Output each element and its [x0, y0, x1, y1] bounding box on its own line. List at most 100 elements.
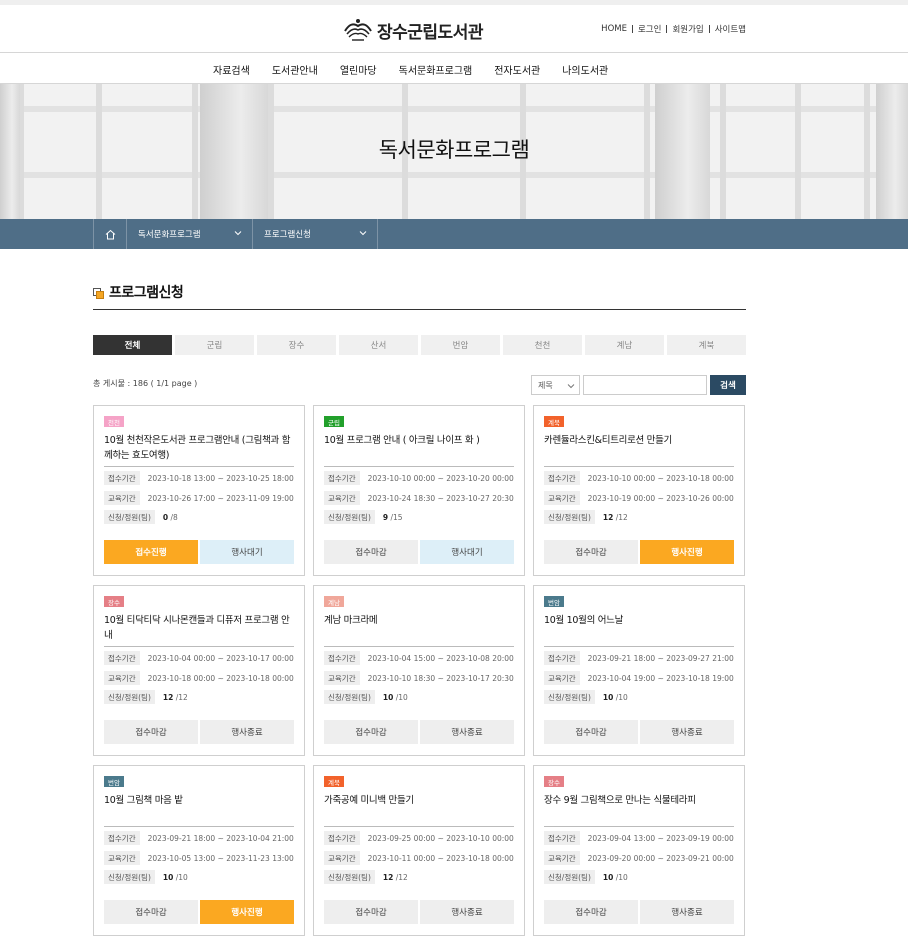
reception-status-button[interactable]: 접수진행 — [104, 540, 198, 564]
site-name: 장수군립도서관 — [377, 22, 483, 43]
program-title[interactable]: 장수 9월 그림책으로 만나는 식물테라피 — [544, 793, 734, 808]
tab-sanseo[interactable]: 산서 — [339, 335, 418, 355]
breadcrumb-level2[interactable]: 프로그램신청 — [253, 219, 378, 249]
program-title[interactable]: 계남 마크라메 — [324, 613, 514, 628]
utility-links: HOME 로그인 회원가입 사이트맵 — [601, 23, 746, 35]
util-home-link[interactable]: HOME — [601, 24, 627, 34]
reception-status-button[interactable]: 접수마감 — [544, 540, 638, 564]
tab-cheoncheon[interactable]: 천천 — [503, 335, 582, 355]
card-actions: 접수마감 행사대기 — [324, 540, 514, 564]
util-divider — [708, 25, 710, 33]
program-title[interactable]: 10월 천천작은도서관 프로그램안내 (그림책과 함께하는 효도여행) — [104, 433, 294, 463]
reception-status-button[interactable]: 접수마감 — [104, 720, 198, 744]
program-title[interactable]: 10월 그림책 마음 밭 — [104, 793, 294, 808]
capacity-total: /15 — [390, 512, 403, 522]
util-sitemap-link[interactable]: 사이트맵 — [715, 23, 746, 35]
applied-count: 10 — [602, 872, 614, 882]
education-period-value: 2023-10-04 19:00 ~ 2023-10-18 19:00 — [587, 673, 734, 683]
education-period-label: 교육기간 — [544, 491, 580, 505]
page-title: 프로그램신청 — [93, 282, 184, 302]
capacity-value: 0 /8 — [163, 513, 178, 522]
capacity-row: 신청/정원(팀) 10 /10 — [324, 690, 408, 704]
program-card[interactable]: 번암 10월 그림책 마음 밭 접수기간 2023-09-21 18:00 ~ 202… — [93, 765, 305, 936]
reception-period-label: 접수기간 — [324, 831, 360, 845]
capacity-total: /12 — [395, 872, 408, 882]
program-card[interactable]: 천천 10월 천천작은도서관 프로그램안내 (그림책과 함께하는 효도여행) 접수기… — [93, 405, 305, 576]
reception-period-value: 2023-10-18 13:00 ~ 2023-10-25 18:00 — [147, 473, 294, 483]
capacity-row: 신청/정원(팀) 10 /10 — [104, 870, 188, 884]
site-logo[interactable]: 장수군립도서관 — [343, 16, 483, 44]
util-login-link[interactable]: 로그인 — [638, 23, 661, 35]
nav-item-my-library[interactable]: 나의도서관 — [562, 62, 608, 77]
program-card[interactable]: 장수 장수 9월 그림책으로 만나는 식물테라피 접수기간 2023-09-04 13… — [533, 765, 745, 936]
education-period-row: 교육기간 2023-10-04 19:00 ~ 2023-10-18 19:00 — [544, 671, 734, 685]
reception-status-button[interactable]: 접수마감 — [324, 720, 418, 744]
education-period-value: 2023-10-24 18:30 ~ 2023-10-27 20:30 — [367, 493, 514, 503]
card-divider — [544, 826, 734, 827]
breadcrumb-level1[interactable]: 독서문화프로그램 — [127, 219, 253, 249]
nav-item-search[interactable]: 자료검색 — [213, 62, 250, 77]
event-status-button[interactable]: 행사진행 — [640, 540, 734, 564]
nav-item-about[interactable]: 도서관안내 — [272, 62, 318, 77]
tab-gyenam[interactable]: 계남 — [585, 335, 664, 355]
reception-period-row: 접수기간 2023-09-25 00:00 ~ 2023-10-10 00:00 — [324, 831, 514, 845]
card-actions: 접수마감 행사종료 — [324, 900, 514, 924]
applied-count: 9 — [382, 512, 389, 522]
search-input[interactable] — [583, 375, 707, 395]
nav-item-e-library[interactable]: 전자도서관 — [494, 62, 540, 77]
page-title-text: 프로그램신청 — [109, 285, 184, 301]
education-period-label: 교육기간 — [544, 851, 580, 865]
nav-item-community[interactable]: 열린마당 — [340, 62, 377, 77]
capacity-label: 신청/정원(팀) — [324, 690, 375, 704]
program-card[interactable]: 계북 가죽공예 미니백 만들기 접수기간 2023-09-25 00:00 ~ 202… — [313, 765, 525, 936]
reception-period-row: 접수기간 2023-09-21 18:00 ~ 2023-09-27 21:00 — [544, 651, 734, 665]
search-field-select[interactable]: 제목 — [531, 375, 580, 395]
tab-beonam[interactable]: 번암 — [421, 335, 500, 355]
education-period-value: 2023-10-19 00:00 ~ 2023-10-26 00:00 — [587, 493, 734, 503]
event-status-button[interactable]: 행사종료 — [420, 900, 514, 924]
breadcrumb-home[interactable] — [93, 219, 127, 249]
event-status-button[interactable]: 행사종료 — [640, 720, 734, 744]
reception-status-button[interactable]: 접수마감 — [324, 540, 418, 564]
card-actions: 접수마감 행사종료 — [544, 720, 734, 744]
nav-item-reading-program[interactable]: 독서문화프로그램 — [399, 62, 473, 77]
program-title[interactable]: 10월 10월의 어느날 — [544, 613, 734, 628]
program-card[interactable]: 군립 10월 프로그램 안내 ( 아크릴 나이프 화 ) 접수기간 2023-10-1… — [313, 405, 525, 576]
program-card[interactable]: 장수 10월 티닥티닥 시나몬캔들과 디퓨저 프로그램 안내 접수기간 2023-10… — [93, 585, 305, 756]
event-status-button[interactable]: 행사대기 — [200, 540, 294, 564]
tab-jangsu[interactable]: 장수 — [257, 335, 336, 355]
tab-gunrip[interactable]: 군립 — [175, 335, 254, 355]
sub-visual-banner: 독서문화프로그램 — [0, 84, 908, 219]
reception-period-row: 접수기간 2023-09-21 18:00 ~ 2023-10-04 21:00 — [104, 831, 294, 845]
card-divider — [104, 466, 294, 467]
capacity-label: 신청/정원(팀) — [544, 510, 595, 524]
util-join-link[interactable]: 회원가입 — [672, 23, 703, 35]
education-period-row: 교육기간 2023-10-24 18:30 ~ 2023-10-27 20:30 — [324, 491, 514, 505]
program-title[interactable]: 카렌듈라스킨&티트리로션 만들기 — [544, 433, 734, 448]
program-card[interactable]: 계남 계남 마크라메 접수기간 2023-10-04 15:00 ~ 2023-10-… — [313, 585, 525, 756]
program-title[interactable]: 가죽공예 미니백 만들기 — [324, 793, 514, 808]
reception-status-button[interactable]: 접수마감 — [544, 720, 638, 744]
capacity-value: 12 /12 — [603, 513, 628, 522]
reception-status-button[interactable]: 접수마감 — [104, 900, 198, 924]
program-title[interactable]: 10월 프로그램 안내 ( 아크릴 나이프 화 ) — [324, 433, 514, 448]
branch-badge: 천천 — [104, 416, 124, 427]
event-status-button[interactable]: 행사진행 — [200, 900, 294, 924]
card-actions: 접수마감 행사종료 — [104, 720, 294, 744]
tab-all[interactable]: 전체 — [93, 335, 172, 355]
reception-status-button[interactable]: 접수마감 — [324, 900, 418, 924]
education-period-row: 교육기간 2023-10-11 00:00 ~ 2023-10-18 00:00 — [324, 851, 514, 865]
event-status-button[interactable]: 행사종료 — [420, 720, 514, 744]
event-status-button[interactable]: 행사대기 — [420, 540, 514, 564]
education-period-label: 교육기간 — [104, 671, 140, 685]
event-status-button[interactable]: 행사종료 — [640, 900, 734, 924]
branch-badge: 계북 — [544, 416, 564, 427]
event-status-button[interactable]: 행사종료 — [200, 720, 294, 744]
search-button[interactable]: 검색 — [710, 375, 746, 395]
program-card[interactable]: 번암 10월 10월의 어느날 접수기간 2023-09-21 18:00 ~ 202… — [533, 585, 745, 756]
tab-gyebuk[interactable]: 계북 — [667, 335, 746, 355]
education-period-row: 교육기간 2023-10-10 18:30 ~ 2023-10-17 20:30 — [324, 671, 514, 685]
program-title[interactable]: 10월 티닥티닥 시나몬캔들과 디퓨저 프로그램 안내 — [104, 613, 294, 643]
reception-status-button[interactable]: 접수마감 — [544, 900, 638, 924]
program-card[interactable]: 계북 카렌듈라스킨&티트리로션 만들기 접수기간 2023-10-10 00:00 ~… — [533, 405, 745, 576]
